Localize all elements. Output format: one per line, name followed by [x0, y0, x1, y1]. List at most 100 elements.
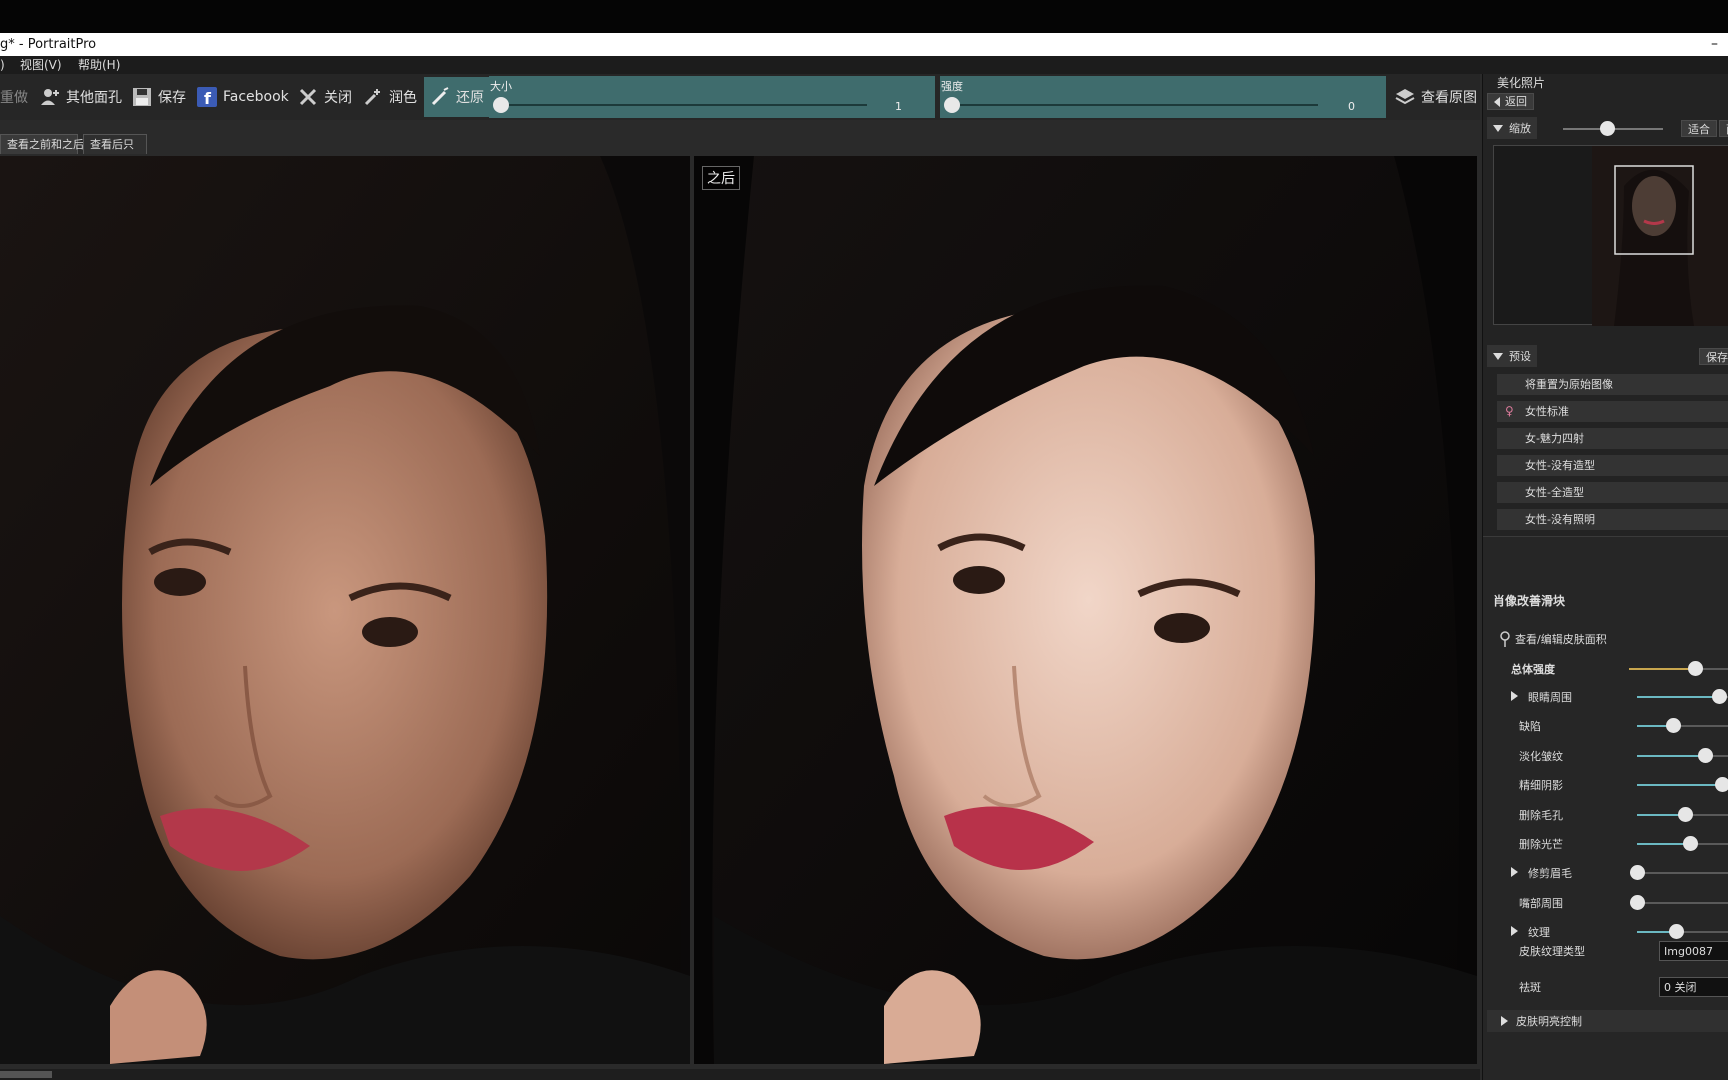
close-icon — [299, 88, 317, 106]
app-area: 重做 其他面孔 保存 f Facebook 关闭 润色 还原 大小 1 强度 0… — [0, 74, 1728, 1080]
slider-track[interactable] — [1637, 872, 1728, 874]
slider-row: 修剪眉毛 — [1483, 862, 1728, 884]
overall-strength-knob[interactable] — [1688, 661, 1703, 676]
zoom-section-header[interactable]: 缩放 — [1487, 117, 1537, 139]
overall-strength-track[interactable] — [1629, 668, 1728, 670]
panel-title: 美化照片 — [1497, 76, 1546, 90]
zoom-more-button[interactable]: 面 — [1719, 120, 1728, 137]
scrollbar-thumb[interactable] — [0, 1071, 52, 1078]
close-button[interactable]: 关闭 — [298, 74, 352, 120]
close-label: 关闭 — [324, 90, 352, 106]
slider-knob[interactable] — [1630, 895, 1645, 910]
preset-item[interactable]: 女性-全造型 — [1497, 482, 1728, 503]
slider-track[interactable] — [1637, 725, 1728, 727]
preset-item[interactable]: 女性-没有造型 — [1497, 455, 1728, 476]
texture-type-label: 皮肤纹理类型 — [1519, 945, 1585, 958]
view-original-label: 查看原图 — [1421, 90, 1477, 106]
menu-item-help[interactable]: 帮助(H) — [78, 56, 120, 74]
other-faces-label: 其他面孔 — [66, 90, 122, 106]
slider-knob[interactable] — [1715, 777, 1728, 792]
slider-track[interactable] — [1637, 902, 1728, 904]
restore-label: 还原 — [456, 90, 484, 106]
overall-strength-row: 总体强度 — [1483, 658, 1728, 680]
other-faces-button[interactable]: 其他面孔 — [40, 74, 122, 120]
slider-label: 精细阴影 — [1519, 779, 1563, 792]
restore-button[interactable]: 还原 — [424, 77, 490, 117]
freckles-field[interactable]: 0 关闭 — [1659, 977, 1728, 997]
slider-row: 眼睛周围 — [1483, 686, 1728, 708]
slider-knob[interactable] — [1666, 718, 1681, 733]
after-photo[interactable]: 之后 — [694, 156, 1477, 1064]
slider-knob[interactable] — [1683, 836, 1698, 851]
slider-track[interactable] — [1637, 755, 1728, 757]
size-slider-track[interactable] — [501, 104, 867, 106]
view-original-button[interactable]: 查看原图 — [1395, 74, 1477, 120]
slider-knob[interactable] — [1630, 865, 1645, 880]
fit-button[interactable]: 适合 — [1681, 120, 1717, 137]
slider-knob[interactable] — [1698, 748, 1713, 763]
window-title: g* - PortraitPro — [0, 37, 97, 52]
skin-area-label: 查看/编辑皮肤面积 — [1515, 633, 1607, 646]
slider-row: 纹理 — [1483, 921, 1728, 943]
zoom-label: 缩放 — [1509, 122, 1531, 135]
strength-slider-track[interactable] — [952, 104, 1318, 106]
toolbar: 重做 其他面孔 保存 f Facebook 关闭 润色 还原 大小 1 强度 0… — [0, 74, 1480, 120]
horizontal-scrollbar[interactable] — [0, 1069, 1480, 1080]
slider-label: 淡化皱纹 — [1519, 750, 1563, 763]
slider-knob[interactable] — [1669, 924, 1684, 939]
tint-button[interactable]: 润色 — [363, 74, 417, 120]
preset-item[interactable]: 女性-没有照明 — [1497, 509, 1728, 530]
freckles-row: 祛斑 0 关闭 — [1483, 976, 1728, 998]
expand-arrow-icon[interactable] — [1511, 867, 1518, 877]
collapse-arrow-icon — [1493, 124, 1503, 132]
brush-plus-icon — [364, 89, 380, 106]
before-photo[interactable] — [0, 156, 690, 1064]
strength-slider-knob[interactable] — [944, 97, 960, 113]
save-label: 保存 — [158, 90, 186, 106]
zoom-slider-knob[interactable] — [1600, 121, 1615, 136]
slider-knob[interactable] — [1712, 689, 1727, 704]
facebook-button[interactable]: f Facebook — [197, 74, 289, 120]
facebook-label: Facebook — [223, 89, 289, 105]
preset-item[interactable]: ♀ 女性标准 — [1497, 401, 1728, 422]
after-label: 之后 — [702, 166, 740, 190]
preset-item[interactable]: 将重置为原始图像 — [1497, 374, 1728, 395]
menu-item-partial[interactable]: ) — [0, 56, 5, 74]
navigator-thumbnail — [1592, 146, 1728, 326]
minimize-button[interactable]: – — [1711, 33, 1718, 56]
slider-row: 删除毛孔 — [1483, 804, 1728, 826]
menu-item-view[interactable]: 视图(V) — [20, 56, 62, 74]
after-portrait-image — [694, 156, 1477, 1064]
skin-lighting-section-header[interactable]: 皮肤明亮控制 — [1487, 1010, 1728, 1032]
overall-strength-fill — [1629, 668, 1695, 670]
redo-button[interactable]: 重做 — [0, 74, 28, 120]
slider-row: 嘴部周围 — [1483, 892, 1728, 914]
navigator-preview[interactable] — [1493, 145, 1728, 326]
svg-text:f: f — [204, 89, 212, 107]
tab-before-after[interactable]: 查看之前和之后 — [0, 134, 84, 154]
slider-fill — [1637, 696, 1719, 698]
preset-item-label: 女性标准 — [1525, 405, 1569, 418]
back-button[interactable]: 返回 — [1487, 93, 1534, 110]
preset-save-button[interactable]: 保存 — [1699, 348, 1728, 365]
slider-label: 纹理 — [1528, 926, 1550, 939]
add-person-icon — [41, 89, 59, 105]
floppy-disk-icon — [133, 88, 151, 106]
strength-slider-label: 强度 — [941, 80, 963, 93]
size-slider-knob[interactable] — [493, 97, 509, 113]
slider-knob[interactable] — [1678, 807, 1693, 822]
right-panel: 美化照片 返回 缩放 适合 面 预设 保存 — [1482, 74, 1728, 1080]
tab-after-only[interactable]: 查看后只 — [83, 134, 147, 154]
brush-icon — [431, 87, 449, 106]
expand-arrow-icon — [1501, 1016, 1508, 1026]
slider-label: 嘴部周围 — [1519, 897, 1563, 910]
slider-row: 精细阴影 — [1483, 774, 1728, 796]
skin-area-button[interactable]: 查看/编辑皮肤面积 — [1499, 631, 1607, 647]
expand-arrow-icon[interactable] — [1511, 926, 1518, 936]
save-button[interactable]: 保存 — [132, 74, 186, 120]
presets-section-header[interactable]: 预设 — [1487, 345, 1537, 367]
expand-arrow-icon[interactable] — [1511, 691, 1518, 701]
size-slider-label: 大小 — [490, 80, 512, 93]
texture-type-field[interactable]: Img0087 — [1659, 941, 1728, 961]
preset-item[interactable]: 女-魅力四射 — [1497, 428, 1728, 449]
